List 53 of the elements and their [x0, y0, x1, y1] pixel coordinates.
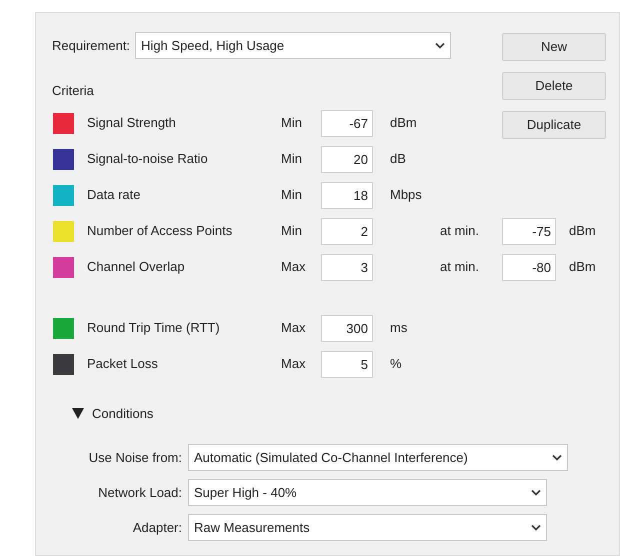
value-field[interactable]: 300 [321, 314, 373, 342]
field-label: Adapter: [132, 518, 183, 537]
unit-label: dBm [390, 114, 418, 132]
value-field[interactable]: -75 [502, 218, 556, 244]
value-field[interactable]: -67 [321, 110, 373, 136]
conditions-label: Conditions [92, 404, 154, 422]
value-field[interactable]: 5 [321, 350, 373, 378]
condition-dropdown[interactable]: Raw Measurements [188, 514, 547, 541]
value-field[interactable]: -80 [502, 254, 556, 280]
criterion-name: Signal-to-noise Ratio [87, 150, 209, 168]
unit-label: % [390, 355, 403, 374]
value-field[interactable]: 20 [321, 146, 373, 172]
caret-icon [552, 454, 562, 461]
condition-dropdown[interactable]: Super High - 40% [188, 479, 547, 506]
requirement-dropdown[interactable]: High Speed, High Usage [135, 32, 452, 59]
requirement-label: Requirement: [52, 36, 130, 55]
criterion-name: Number of Access Points [87, 222, 234, 240]
unit-label: Mbps [390, 186, 423, 204]
bound-label: Min [281, 114, 303, 132]
bound-label: Max [281, 258, 307, 276]
caret-icon [531, 489, 541, 496]
at-min-label: at min. [440, 258, 480, 276]
unit-label: ms [390, 319, 408, 338]
value-field[interactable]: 3 [321, 254, 373, 280]
caret-icon [531, 524, 541, 531]
unit-label: dBm [569, 222, 596, 240]
condition-dropdown[interactable]: Automatic (Simulated Co-Channel Interference) [188, 444, 568, 471]
dropdown-value: Raw Measurements [194, 518, 310, 537]
bound-label: Min [281, 222, 303, 240]
dialog-button[interactable]: Delete [502, 72, 606, 100]
bound-label: Max [281, 319, 307, 338]
criterion-name: Signal Strength [87, 114, 177, 132]
criterion-name: Packet Loss [87, 355, 159, 374]
criteria-heading: Criteria [52, 82, 94, 100]
bound-label: Max [281, 355, 307, 374]
at-min-label: at min. [440, 222, 480, 240]
value-field[interactable]: 2 [321, 218, 373, 244]
criterion-name: Data rate [87, 186, 142, 204]
field-label: Use Noise from: [88, 448, 183, 467]
bound-label: Min [281, 186, 303, 204]
bound-label: Min [281, 150, 303, 168]
criterion-name: Channel Overlap [87, 258, 186, 276]
caret-icon [435, 42, 446, 49]
dialog-button[interactable]: Duplicate [502, 111, 606, 139]
value-field[interactable]: 18 [321, 182, 373, 208]
field-label: Network Load: [97, 484, 183, 502]
dialog-button[interactable]: New [502, 33, 606, 61]
unit-label: dBm [569, 258, 596, 276]
dropdown-value: High Speed, High Usage [141, 36, 284, 55]
dropdown-value: Super High - 40% [194, 484, 297, 502]
unit-label: dB [390, 150, 407, 168]
criterion-name: Round Trip Time (RTT) [87, 319, 221, 338]
dropdown-value: Automatic (Simulated Co-Channel Interference) [194, 448, 468, 467]
